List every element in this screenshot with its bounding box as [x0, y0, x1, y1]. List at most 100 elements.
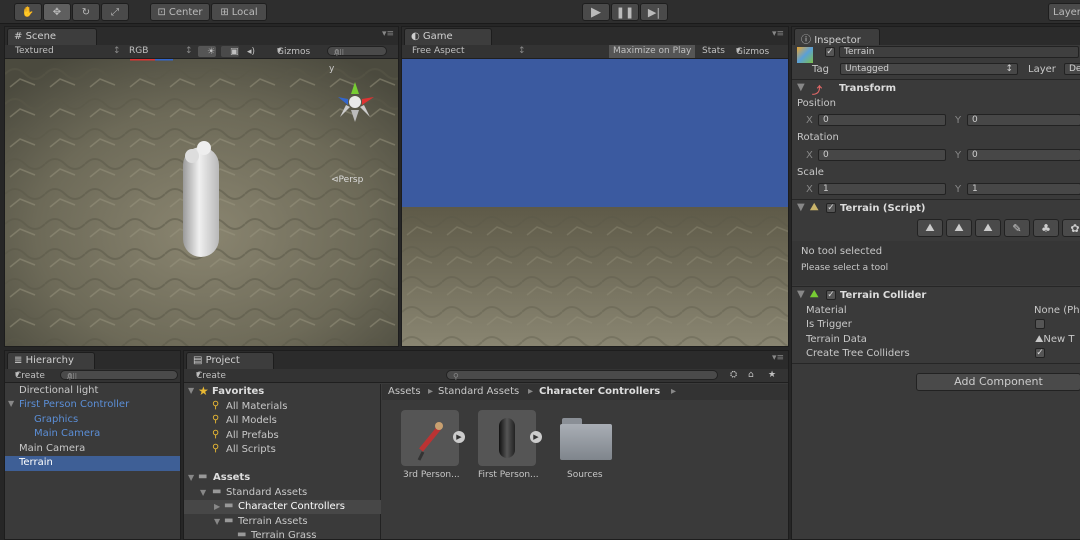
favorite-all-prefabs[interactable]: ⚲ All Prefabs	[184, 429, 381, 443]
smooth-height-button[interactable]: ⛰	[975, 219, 1001, 237]
game-gizmos-dropdown[interactable]: Gizmos ▾	[736, 46, 769, 57]
layer-dropdown[interactable]: De	[1064, 63, 1080, 75]
tag-dropdown[interactable]: Untagged ↕	[840, 63, 1018, 75]
material-field[interactable]: None (Ph	[1034, 305, 1080, 316]
tree-terrain-grass[interactable]: ▬ Terrain Grass	[184, 529, 381, 539]
color-mode-dropdown[interactable]: RGB	[129, 46, 148, 56]
tree-character-controllers[interactable]: ▶ ▬ Character Controllers	[184, 500, 381, 514]
paint-texture-button[interactable]: ✎	[1004, 219, 1030, 237]
favorite-star-icon[interactable]: ★	[768, 370, 776, 380]
asset-folder-sources[interactable]	[560, 416, 612, 460]
expand-prefab-icon[interactable]: ▶	[453, 431, 465, 443]
tree-icon: ♣	[1041, 221, 1051, 235]
scene-viewport[interactable]: y ⊲Persp	[5, 59, 398, 346]
tab-hierarchy[interactable]: ≣ Hierarchy	[7, 352, 95, 369]
hierarchy-item-terrain[interactable]: Terrain	[5, 456, 180, 471]
panel-menu-icon[interactable]: ▾≡	[382, 29, 394, 39]
position-y-field[interactable]: 0	[967, 114, 1080, 126]
favorite-all-models[interactable]: ⚲ All Models	[184, 414, 381, 428]
fpc-foldout-icon[interactable]: ▼	[8, 399, 14, 408]
tree-standard-assets[interactable]: ▼ ▬ Standard Assets	[184, 486, 381, 500]
project-search-input[interactable]: ⚲	[446, 370, 718, 381]
tab-scene[interactable]: # Scene	[7, 28, 97, 45]
rotate-tool-button[interactable]: ↻	[72, 3, 100, 21]
tree-terrain-assets[interactable]: ▼ ▬ Terrain Assets	[184, 515, 381, 529]
image-icon: ▣	[230, 47, 239, 57]
breadcrumb-character-controllers[interactable]: Character Controllers	[539, 386, 660, 397]
scene-orientation-gizmo[interactable]	[330, 77, 380, 127]
favorite-all-materials[interactable]: ⚲ All Materials	[184, 400, 381, 414]
rotation-x-field[interactable]: 0	[818, 149, 946, 161]
favorite-all-scripts[interactable]: ⚲ All Scripts	[184, 443, 381, 457]
game-viewport[interactable]	[402, 59, 788, 346]
object-name-field[interactable]: Terrain	[839, 46, 1079, 58]
stats-toggle[interactable]: Stats	[702, 46, 725, 56]
pivot-icon: ⊡	[157, 6, 166, 18]
hierarchy-item-fpc-main-camera[interactable]: Main Camera	[5, 427, 180, 441]
is-trigger-checkbox[interactable]	[1035, 319, 1045, 329]
paint-height-button[interactable]: ⛰	[946, 219, 972, 237]
search-by-label-icon[interactable]: ⌂	[748, 370, 754, 380]
assets-label[interactable]: Assets	[213, 472, 250, 483]
add-component-button[interactable]: Add Component	[916, 373, 1080, 391]
hand-tool-button[interactable]: ✋	[14, 3, 42, 21]
project-create-dropdown[interactable]: Create ▾	[196, 370, 226, 381]
search-icon: ⚲	[212, 414, 220, 425]
search-icon: ⚲	[212, 443, 220, 454]
capsule-object[interactable]	[183, 147, 219, 257]
image-toggle[interactable]: ▣	[221, 46, 239, 57]
hierarchy-item-directional-light[interactable]: Directional light	[5, 384, 180, 398]
scale-x-field[interactable]: 1	[818, 183, 946, 195]
maximize-on-play-toggle[interactable]: Maximize on Play	[609, 45, 696, 58]
asset-thumb-first-person[interactable]	[478, 410, 536, 466]
search-by-type-icon[interactable]: ⛭	[730, 370, 737, 380]
breadcrumb-separator-icon: ▸	[528, 386, 534, 397]
hierarchy-item-graphics[interactable]: Graphics	[5, 413, 180, 427]
tab-project[interactable]: ▤ Project	[186, 352, 274, 369]
shading-mode-dropdown[interactable]: Textured	[15, 46, 54, 56]
character-model-icon	[417, 422, 443, 461]
expand-prefab-icon[interactable]: ▶	[530, 431, 542, 443]
pivot-space-button[interactable]: ⊞ Local	[211, 3, 267, 21]
tab-inspector[interactable]: ⓘ Inspector	[794, 28, 880, 46]
aspect-dropdown[interactable]: Free Aspect	[412, 46, 465, 56]
scale-tool-button[interactable]: ⤢	[101, 3, 129, 21]
layers-dropdown[interactable]: Layer	[1048, 3, 1080, 21]
transform-header[interactable]: ▼ ⤴ Transform	[792, 82, 1080, 98]
hierarchy-item-main-camera[interactable]: Main Camera	[5, 442, 180, 456]
raise-lower-terrain-button[interactable]: ⛰	[917, 219, 943, 237]
pause-button[interactable]: ❚❚	[611, 3, 639, 21]
play-button[interactable]: ▶	[582, 3, 610, 21]
gizmos-dropdown[interactable]: Gizmos ▾	[277, 46, 310, 57]
terrain-data-field[interactable]: ⛰New T	[1035, 334, 1075, 345]
terrain-script-header[interactable]: ▼ ⛰ ✓ Terrain (Script)	[792, 202, 1080, 218]
hierarchy-search-input[interactable]: ⚲ All	[60, 370, 178, 381]
asset-thumb-3rd-person[interactable]	[401, 410, 459, 466]
hierarchy-item-first-person-controller[interactable]: ▼ First Person Controller	[5, 398, 180, 412]
hierarchy-create-dropdown[interactable]: Create ▾	[15, 370, 45, 381]
tab-game[interactable]: ◐ Game	[404, 28, 492, 45]
collider-enabled-checkbox[interactable]: ✓	[826, 290, 836, 300]
paint-details-button[interactable]: ✿	[1062, 219, 1080, 237]
project-panel-menu-icon[interactable]: ▾≡	[772, 353, 784, 363]
terrain-script-enabled-checkbox[interactable]: ✓	[826, 203, 836, 213]
favorites-label[interactable]: Favorites	[212, 386, 264, 397]
active-checkbox[interactable]: ✓	[825, 47, 835, 57]
step-button[interactable]: ▶|	[640, 3, 668, 21]
assets-foldout-icon[interactable]: ▼	[188, 473, 194, 482]
scene-search-input[interactable]: ⚲ All	[327, 46, 387, 57]
scale-y-field[interactable]: 1	[967, 183, 1080, 195]
rotation-y-field[interactable]: 0	[967, 149, 1080, 161]
terrain-collider-header[interactable]: ▼ ⛰ ✓ Terrain Collider	[792, 289, 1080, 305]
persp-label[interactable]: ⊲Persp	[331, 175, 363, 185]
create-tree-colliders-checkbox[interactable]: ✓	[1035, 348, 1045, 358]
position-x-field[interactable]: 0	[818, 114, 946, 126]
breadcrumb-assets[interactable]: Assets	[388, 386, 421, 397]
lighting-toggle[interactable]: ☀	[198, 46, 216, 57]
favorites-foldout-icon[interactable]: ▼	[188, 386, 194, 395]
move-tool-button[interactable]: ✥	[43, 3, 71, 21]
pivot-center-button[interactable]: ⊡ Center	[150, 3, 210, 21]
game-panel-menu-icon[interactable]: ▾≡	[772, 29, 784, 39]
breadcrumb-standard-assets[interactable]: Standard Assets	[438, 386, 519, 397]
place-trees-button[interactable]: ♣	[1033, 219, 1059, 237]
